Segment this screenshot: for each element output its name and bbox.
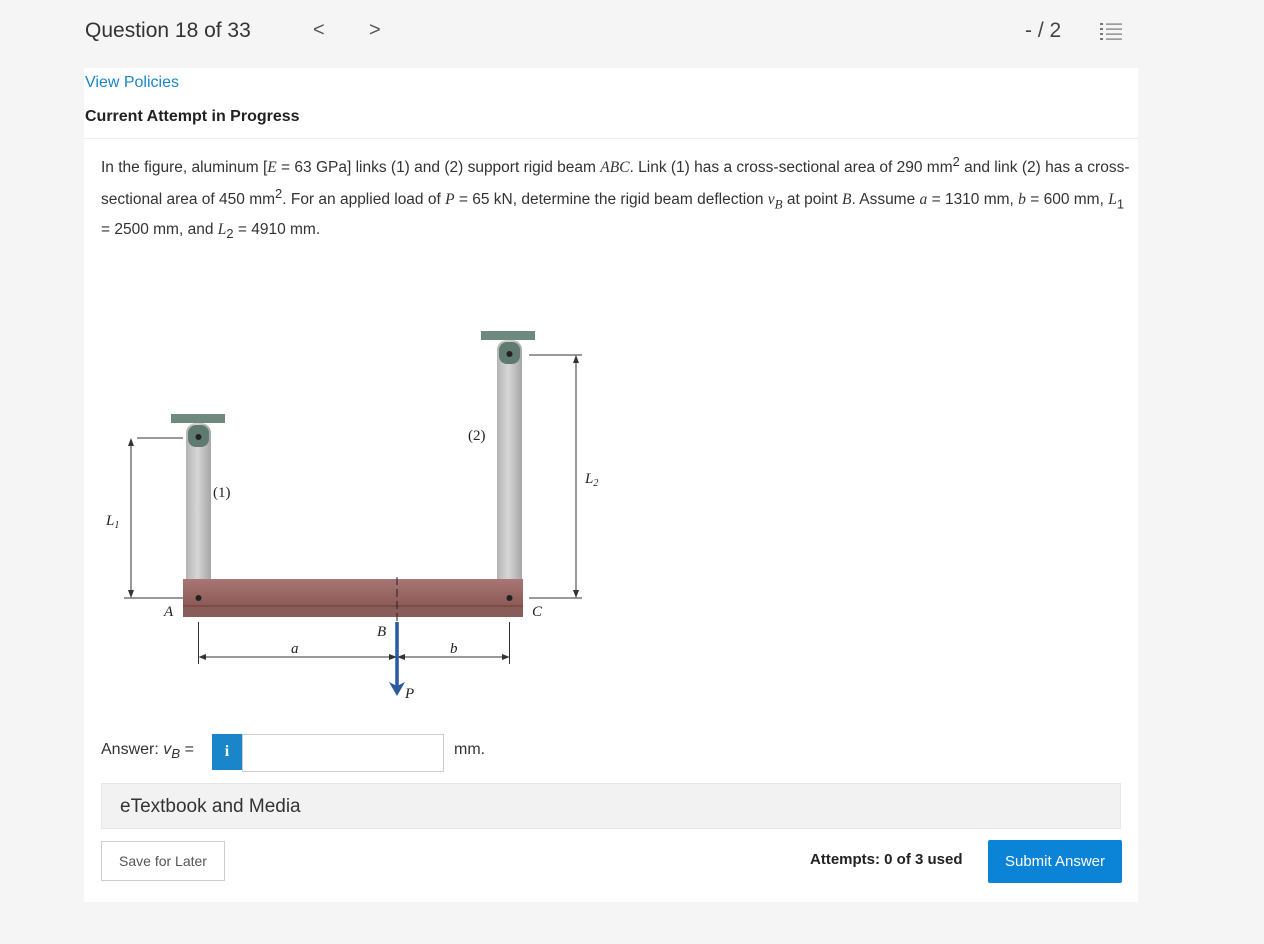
chevron-left-icon[interactable]: < — [313, 19, 325, 42]
dim-b-label: b — [450, 641, 458, 657]
answer-input[interactable] — [242, 734, 444, 772]
divider — [84, 138, 1138, 139]
question-header: Question 18 of 33 < > - / 2 — [0, 0, 1264, 68]
etextbook-and-media-panel[interactable]: eTextbook and Media — [101, 783, 1121, 829]
question-score: - / 2 — [1025, 19, 1062, 42]
list-icon[interactable] — [1100, 22, 1122, 42]
L1-label: L1 — [105, 513, 119, 531]
attempts-counter: Attempts: 0 of 3 used — [810, 851, 963, 868]
answer-label: Answer: vB = — [101, 741, 194, 762]
attempt-status: Current Attempt in Progress — [85, 108, 300, 125]
rigid-beam — [183, 579, 523, 607]
answer-unit: mm. — [454, 741, 486, 758]
chevron-right-icon[interactable]: > — [369, 19, 381, 42]
link-1 — [186, 423, 211, 605]
etextbook-label: eTextbook and Media — [120, 796, 301, 817]
beam-figure: (1) (2) L1 L2 A B C a b P — [105, 331, 598, 702]
support-2 — [481, 331, 535, 340]
support-1 — [171, 414, 225, 423]
submit-answer-button[interactable]: Submit Answer — [988, 840, 1122, 883]
view-policies-link[interactable]: View Policies — [85, 74, 179, 92]
point-B-label: B — [377, 624, 386, 640]
question-title: Question 18 of 33 — [85, 19, 251, 42]
link-1-label: (1) — [213, 485, 231, 501]
question-prompt: In the figure, aluminum [E = 63 GPa] lin… — [101, 154, 1130, 242]
dim-a-label: a — [291, 641, 299, 657]
info-icon[interactable]: i — [212, 734, 242, 770]
load-P-label: P — [404, 686, 414, 702]
link-2 — [497, 340, 522, 605]
point-C-label: C — [532, 604, 543, 620]
link-2-label: (2) — [468, 428, 486, 444]
L2-label: L2 — [584, 471, 598, 489]
save-for-later-button[interactable]: Save for Later — [101, 841, 225, 881]
point-A-label: A — [163, 604, 174, 620]
